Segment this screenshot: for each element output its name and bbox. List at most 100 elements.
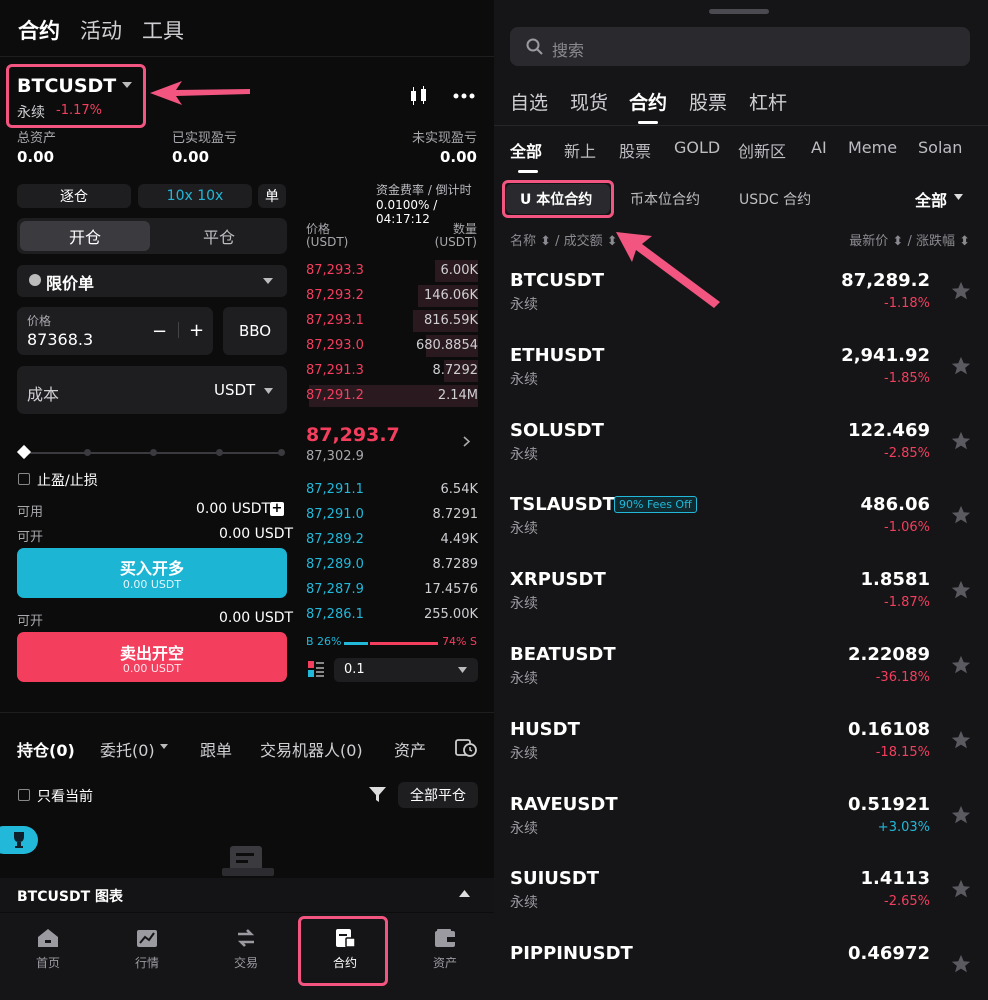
tab-margin[interactable]: 杠杆 [749, 88, 787, 115]
market-row[interactable]: HUSDT 永续 0.16108 -18.15% [510, 719, 972, 793]
subtab-all[interactable]: 全部 [510, 138, 542, 162]
tabbar-trade[interactable]: 交易 [211, 928, 281, 971]
position-mode-button[interactable]: 单 [258, 184, 286, 208]
market-row[interactable]: ETHUSDT 永续 2,941.92 -1.85% [510, 345, 972, 419]
transfer-plus-icon[interactable]: + [270, 502, 284, 516]
ask-row[interactable]: 87,293.2 146.06K [306, 285, 478, 307]
favorite-star-icon[interactable] [950, 430, 972, 452]
cost-unit[interactable]: USDT [214, 381, 255, 399]
leverage-button[interactable]: 10x 10x [138, 184, 252, 208]
tab-assets[interactable]: 资产 [394, 737, 426, 761]
ask-price: 87,293.1 [306, 313, 364, 328]
close-tab[interactable]: 平仓 [154, 221, 284, 251]
favorite-star-icon[interactable] [950, 953, 972, 975]
subtab-ai[interactable]: AI [811, 138, 827, 157]
more-icon[interactable] [453, 93, 475, 99]
bbo-button[interactable]: BBO [223, 307, 287, 355]
ob-price-unit: (USDT) [306, 235, 349, 249]
tab-futures[interactable]: 合约 [629, 88, 667, 115]
only-current-checkbox[interactable] [18, 789, 30, 801]
market-symbol: ETHUSDT [510, 344, 605, 366]
tab-spot[interactable]: 现货 [570, 88, 608, 115]
tab-copy-trading[interactable]: 跟单 [200, 737, 232, 761]
ask-row[interactable]: 87,293.0 680.8854 [306, 335, 478, 357]
subtab-new[interactable]: 新上 [564, 138, 596, 162]
ask-row[interactable]: 87,291.3 8.7292 [306, 360, 478, 382]
top-nav-futures[interactable]: 合约 [18, 15, 60, 45]
ask-qty: 2.14M [437, 388, 478, 403]
chevron-up-icon[interactable] [459, 890, 470, 898]
bid-row[interactable]: 87,286.1 255.00K [306, 604, 478, 626]
market-row[interactable]: RAVEUSDT 永续 0.51921 +3.03% [510, 794, 972, 868]
subtab-solana[interactable]: Solan [918, 138, 962, 157]
favorite-star-icon[interactable] [950, 504, 972, 526]
sort-name-volume[interactable]: 名称 ⬍ / 成交额 ⬍ [510, 230, 618, 249]
filter-icon[interactable] [369, 786, 386, 803]
market-row[interactable]: BTCUSDT 永续 87,289.2 -1.18% [510, 270, 972, 344]
slider-handle[interactable] [16, 444, 32, 460]
ask-row[interactable]: 87,293.3 6.00K [306, 260, 478, 282]
market-row[interactable]: BEATUSDT 永续 2.22089 -36.18% [510, 644, 972, 718]
caret-down-icon[interactable] [954, 194, 963, 200]
tabbar-assets[interactable]: 资产 [410, 928, 480, 971]
chevron-right-icon[interactable] [463, 436, 470, 447]
history-icon[interactable] [455, 737, 477, 757]
favorite-star-icon[interactable] [950, 729, 972, 751]
trophy-icon [14, 832, 24, 848]
close-all-button[interactable]: 全部平仓 [398, 782, 478, 808]
favorite-star-icon[interactable] [950, 654, 972, 676]
bid-qty: 8.7291 [432, 507, 479, 522]
market-row[interactable]: PIPPINUSDT 0.46972 [510, 943, 972, 1000]
margin-mode-button[interactable]: 逐仓 [17, 184, 131, 208]
contract-usdc[interactable]: USDC 合约 [739, 189, 811, 209]
market-symbol: HUSDT [510, 718, 580, 740]
subtab-innovation[interactable]: 创新区 [738, 138, 786, 162]
bid-row[interactable]: 87,291.1 6.54K [306, 479, 478, 501]
market-row[interactable]: TSLAUSDT 永续 486.06 -1.06% 90% Fees Off [510, 494, 972, 568]
market-price: 2.22089 [848, 644, 930, 665]
tab-trading-bots[interactable]: 交易机器人(0) [260, 737, 363, 761]
market-row[interactable]: SOLUSDT 永续 122.469 -2.85% [510, 420, 972, 494]
tabbar-home[interactable]: 首页 [13, 928, 83, 971]
ask-row[interactable]: 87,291.2 2.14M [306, 385, 478, 407]
ask-qty: 6.00K [440, 263, 478, 278]
home-icon [38, 929, 58, 947]
favorite-star-icon[interactable] [950, 579, 972, 601]
candlestick-icon[interactable] [408, 86, 430, 108]
price-increment-button[interactable]: + [189, 320, 204, 341]
market-type: 永续 [510, 521, 538, 538]
tab-positions[interactable]: 持仓(0) [17, 737, 75, 761]
bid-row[interactable]: 87,291.0 8.7291 [306, 504, 478, 526]
bid-row[interactable]: 87,289.2 4.49K [306, 529, 478, 551]
drag-handle[interactable] [709, 9, 769, 14]
cost-label: 成本 [27, 385, 60, 404]
caret-down-icon[interactable] [160, 744, 168, 750]
favorite-star-icon[interactable] [950, 878, 972, 900]
price-decrement-button[interactable]: − [152, 321, 167, 342]
contract-coin-margined[interactable]: 币本位合约 [630, 189, 700, 209]
open-tab[interactable]: 开仓 [20, 221, 150, 251]
subtab-meme[interactable]: Meme [848, 138, 897, 157]
tab-orders[interactable]: 委托(0) [100, 737, 155, 761]
filter-all[interactable]: 全部 [915, 187, 947, 211]
top-nav-tools[interactable]: 工具 [142, 15, 184, 45]
tab-watchlist[interactable]: 自选 [510, 88, 548, 115]
bid-row[interactable]: 87,287.9 17.4576 [306, 579, 478, 601]
market-row[interactable]: XRPUSDT 永续 1.8581 -1.87% [510, 569, 972, 643]
market-change: -36.18% [875, 670, 930, 685]
favorite-star-icon[interactable] [950, 355, 972, 377]
orderbook-layout-icon[interactable] [308, 661, 324, 677]
tabbar-markets[interactable]: 行情 [112, 928, 182, 971]
favorite-star-icon[interactable] [950, 804, 972, 826]
bid-row[interactable]: 87,289.0 8.7289 [306, 554, 478, 576]
market-row[interactable]: SUIUSDT 永续 1.4113 -2.65% [510, 868, 972, 942]
sort-price-change[interactable]: 最新价 ⬍ / 涨跌幅 ⬍ [849, 230, 970, 249]
market-symbol: PIPPINUSDT [510, 943, 633, 965]
ask-row[interactable]: 87,293.1 816.59K [306, 310, 478, 332]
subtab-stocks[interactable]: 股票 [619, 138, 651, 162]
subtab-gold[interactable]: GOLD [674, 138, 720, 157]
tab-stocks[interactable]: 股票 [689, 88, 727, 115]
tpsl-checkbox[interactable] [18, 473, 30, 485]
top-nav-activity[interactable]: 活动 [80, 15, 122, 45]
favorite-star-icon[interactable] [950, 280, 972, 302]
